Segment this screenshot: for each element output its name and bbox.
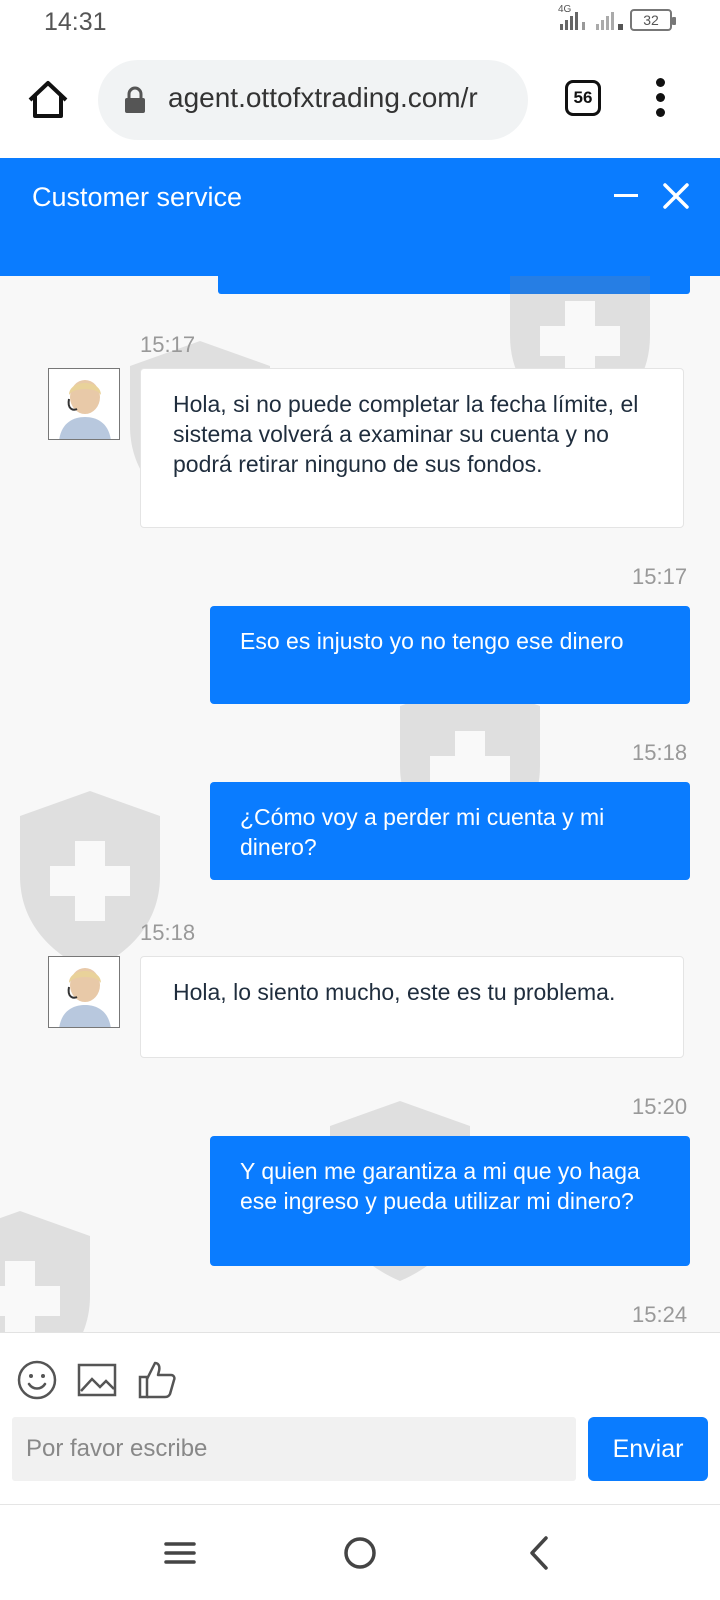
- message-time: 15:18: [140, 920, 196, 945]
- address-bar[interactable]: agent.ottofxtrading.com/r: [98, 60, 528, 140]
- system-nav-bar: [0, 1504, 720, 1600]
- watermark-shield-icon: [0, 1211, 90, 1332]
- thumbs-up-icon[interactable]: [136, 1359, 178, 1401]
- message-time: 15:24: [632, 1302, 688, 1327]
- message-time: 15:18: [632, 740, 688, 765]
- incoming-message-bubble: Hola, si no puede completar la fecha lím…: [140, 368, 684, 528]
- incoming-message-bubble: Hola, lo siento mucho, este es tu proble…: [140, 956, 684, 1058]
- partial-outgoing-bubble: [218, 276, 690, 294]
- chat-title: Customer service: [32, 182, 243, 212]
- message-input[interactable]: [12, 1417, 576, 1481]
- home-circle-icon[interactable]: [340, 1533, 380, 1573]
- browser-toolbar: agent.ottofxtrading.com/r 56: [0, 48, 720, 158]
- tabs-count-button[interactable]: 56: [565, 80, 601, 116]
- send-button[interactable]: Enviar: [588, 1417, 708, 1481]
- close-icon[interactable]: [662, 182, 690, 210]
- message-time: 15:17: [632, 564, 688, 589]
- signal-icon-secondary: [594, 6, 624, 34]
- chat-header: Customer service: [0, 158, 720, 276]
- back-icon[interactable]: [520, 1533, 560, 1573]
- overflow-menu-icon[interactable]: [656, 78, 666, 118]
- url-text[interactable]: agent.ottofxtrading.com/r: [168, 82, 528, 114]
- status-bar: 14:31 4G 32: [0, 0, 720, 48]
- message-time: 15:17: [140, 332, 196, 357]
- minimize-icon[interactable]: [614, 194, 638, 197]
- status-indicators: 4G 32: [558, 4, 676, 34]
- outgoing-message-bubble: Eso es injusto yo no tengo ese dinero: [210, 606, 690, 704]
- outgoing-message-bubble: Y quien me garantiza a mi que yo haga es…: [210, 1136, 690, 1266]
- agent-avatar: [48, 956, 120, 1028]
- home-icon[interactable]: [26, 78, 70, 122]
- status-time: 14:31: [44, 8, 107, 36]
- message-composer: Enviar: [0, 1332, 720, 1504]
- network-type-label: 4G: [558, 4, 572, 15]
- watermark-shield-icon: [20, 791, 160, 971]
- recent-apps-icon[interactable]: [160, 1533, 200, 1573]
- outgoing-message-bubble: ¿Cómo voy a perder mi cuenta y mi dinero…: [210, 782, 690, 880]
- agent-avatar-image: [49, 957, 119, 1027]
- agent-avatar-image: [49, 369, 119, 439]
- message-list[interactable]: 15:17 Hola, si no puede completar la fec…: [0, 276, 720, 1332]
- message-time: 15:20: [632, 1094, 688, 1119]
- image-icon[interactable]: [76, 1359, 118, 1401]
- battery-icon: 32: [630, 9, 676, 31]
- lock-icon: [125, 86, 145, 113]
- emoji-icon[interactable]: [16, 1359, 58, 1401]
- agent-avatar: [48, 368, 120, 440]
- signal-icon: 4G: [558, 4, 588, 34]
